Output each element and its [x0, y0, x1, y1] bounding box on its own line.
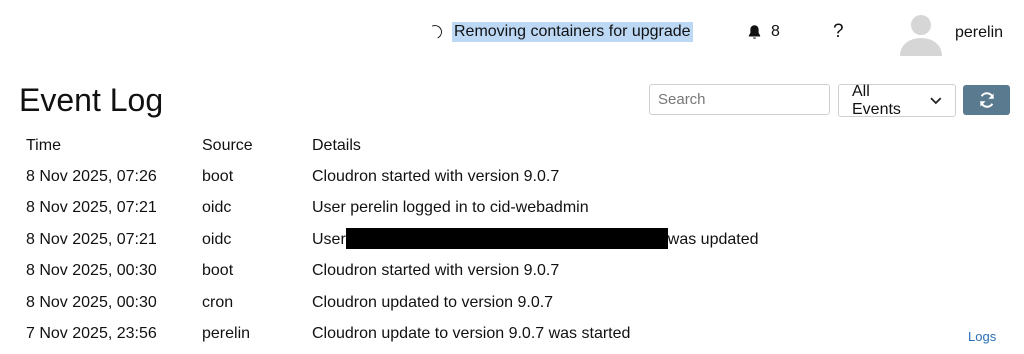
row-source: cron: [202, 293, 234, 311]
table-row[interactable]: 8 Nov 2025, 07:21 oidc User perelin logg…: [26, 193, 932, 225]
table-row[interactable]: 8 Nov 2025, 00:30 cron Cloudron updated …: [26, 287, 932, 319]
row-details: Cloudron started with version 9.0.7: [312, 167, 560, 185]
help-button[interactable]: ?: [833, 21, 844, 43]
row-time: 8 Nov 2025, 07:21: [26, 230, 157, 248]
table-row[interactable]: 7 Nov 2025, 23:56 perelin Cloudron updat…: [26, 319, 932, 351]
column-header-source: Source: [202, 136, 253, 154]
row-time: 8 Nov 2025, 00:30: [26, 262, 157, 280]
row-details-suffix: was updated: [667, 230, 759, 248]
row-time: 8 Nov 2025, 07:26: [26, 167, 157, 185]
row-details: User was updated: [312, 224, 932, 256]
logs-link[interactable]: Logs: [968, 329, 996, 344]
table-row[interactable]: 8 Nov 2025, 00:30 boot Cloudron started …: [26, 256, 932, 288]
task-indicator-text: Removing containers for upgrade: [452, 22, 693, 42]
refresh-button[interactable]: [963, 85, 1010, 115]
row-source: oidc: [202, 230, 232, 248]
bell-icon: [748, 24, 761, 39]
page-title: Event Log: [19, 82, 164, 118]
row-details: User perelin logged in to cid-webadmin: [312, 199, 589, 217]
notifications-button[interactable]: 8: [747, 23, 780, 41]
spinner-icon: [426, 23, 444, 41]
row-details: Cloudron update to version 9.0.7 was sta…: [312, 325, 631, 343]
row-source: oidc: [202, 199, 232, 217]
refresh-icon: [979, 92, 994, 108]
top-bar: Removing containers for upgrade 8 ? pere…: [0, 0, 1024, 66]
table-header-row: Time Source Details: [26, 130, 932, 161]
chevron-down-icon: [930, 96, 942, 104]
row-time: 8 Nov 2025, 07:21: [26, 199, 157, 217]
redacted-block: [345, 227, 668, 249]
row-source: perelin: [202, 325, 251, 343]
event-filter-dropdown[interactable]: All Events: [838, 82, 956, 118]
search-input[interactable]: [649, 84, 830, 115]
user-avatar-icon[interactable]: [898, 10, 944, 56]
row-time: 8 Nov 2025, 00:30: [26, 293, 157, 311]
notification-count: 8: [771, 23, 780, 40]
row-source: boot: [202, 167, 234, 185]
table-row[interactable]: 8 Nov 2025, 07:21 oidc User was updated: [26, 224, 932, 256]
task-indicator[interactable]: Removing containers for upgrade: [426, 22, 693, 42]
event-filter-value: All Events: [852, 82, 901, 118]
row-source: boot: [202, 262, 234, 280]
row-time: 7 Nov 2025, 23:56: [26, 325, 157, 343]
event-log-table: Time Source Details 8 Nov 2025, 07:26 bo…: [26, 130, 932, 350]
column-header-details: Details: [312, 136, 361, 154]
username[interactable]: perelin: [955, 24, 1003, 42]
row-details: Cloudron updated to version 9.0.7: [312, 293, 554, 311]
table-row[interactable]: 8 Nov 2025, 07:26 boot Cloudron started …: [26, 161, 932, 193]
row-details: Cloudron started with version 9.0.7: [312, 262, 560, 280]
row-details-prefix: User: [312, 230, 346, 248]
column-header-time: Time: [26, 136, 61, 154]
